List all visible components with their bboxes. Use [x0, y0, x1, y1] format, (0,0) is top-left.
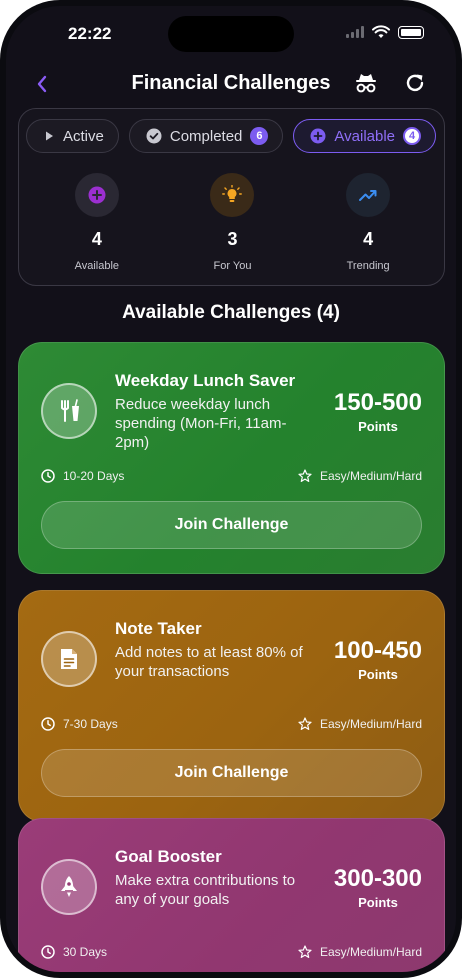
difficulty-text: Easy/Medium/Hard — [319, 945, 422, 959]
stat-for-you-value: 3 — [227, 229, 238, 249]
stat-trending-value: 4 — [363, 229, 374, 249]
plus-circle-icon — [74, 173, 119, 217]
available-count-badge: 4 — [403, 127, 422, 145]
battery-icon — [398, 25, 424, 39]
tab-completed-label: Completed — [169, 127, 243, 145]
wifi-icon — [372, 25, 390, 38]
stat-available: 4 Available — [42, 173, 152, 272]
challenge-difficulty: Easy/Medium/Hard — [298, 717, 422, 731]
challenge-duration: 30 Days — [41, 945, 107, 959]
page-title: Financial Challenges — [131, 72, 331, 94]
points-label: Points — [358, 419, 398, 434]
star-icon — [298, 945, 312, 958]
join-challenge-button[interactable]: Join Challenge — [41, 501, 422, 549]
phone-frame: 22:22 Financial Challenges Active Comple… — [0, 0, 462, 978]
challenge-name: Note Taker — [115, 619, 202, 638]
trending-up-icon — [346, 173, 391, 217]
difficulty-text: Easy/Medium/Hard — [319, 717, 422, 731]
clock-icon — [41, 469, 55, 483]
duration-text: 7-30 Days — [63, 717, 118, 731]
status-time: 22:22 — [68, 24, 112, 43]
points-value: 150-500 — [333, 389, 422, 416]
play-icon — [46, 131, 53, 141]
check-circle-icon — [146, 128, 162, 144]
challenge-points: 150-500 Points — [334, 389, 422, 434]
note-icon — [41, 631, 97, 687]
challenge-name: Goal Booster — [115, 847, 222, 866]
challenge-difficulty: Easy/Medium/Hard — [298, 945, 422, 959]
app-header: Financial Challenges — [6, 62, 456, 106]
plus-circle-icon — [310, 128, 326, 144]
signal-icon — [346, 26, 364, 38]
completed-count-badge: 6 — [250, 127, 269, 145]
duration-text: 10-20 Days — [63, 469, 125, 483]
stats-row: 4 Available 3 For You 4 Trending — [19, 173, 446, 272]
points-value: 100-450 — [333, 637, 422, 664]
challenge-description: Add notes to at least 80% of your transa… — [115, 644, 303, 680]
challenge-summary-panel: Active Completed 6 Available 4 4 Availab… — [18, 108, 445, 286]
challenge-name: Weekday Lunch Saver — [115, 371, 296, 390]
points-label: Points — [358, 667, 398, 682]
duration-text: 30 Days — [63, 945, 108, 959]
filter-tabs: Active Completed 6 Available 4 — [26, 119, 437, 153]
difficulty-text: Easy/Medium/Hard — [319, 469, 422, 483]
rocket-icon — [41, 859, 97, 915]
stat-for-you: 3 For You — [177, 173, 287, 272]
section-title: Available Challenges (4) — [122, 302, 340, 323]
stat-available-value: 4 — [91, 229, 102, 249]
status-indicators — [346, 25, 424, 39]
challenge-card[interactable]: Goal Booster Make extra contributions to… — [18, 818, 445, 972]
star-icon — [298, 469, 312, 482]
stat-for-you-label: For You — [213, 260, 252, 272]
app-screen: 22:22 Financial Challenges Active Comple… — [6, 6, 456, 972]
challenge-difficulty: Easy/Medium/Hard — [298, 469, 422, 483]
dynamic-island — [168, 16, 294, 52]
star-icon — [298, 717, 312, 730]
challenge-card[interactable]: Weekday Lunch Saver Reduce weekday lunch… — [18, 342, 445, 574]
challenge-points: 100-450 Points — [334, 637, 422, 682]
points-value: 300-300 — [333, 865, 422, 892]
tab-completed[interactable]: Completed 6 — [128, 119, 284, 153]
join-challenge-button[interactable]: Join Challenge — [41, 749, 422, 797]
challenge-points: 300-300 Points — [334, 865, 422, 910]
challenge-description: Reduce weekday lunch spending (Mon-Fri, … — [115, 396, 287, 451]
tab-available-label: Available — [334, 127, 396, 145]
clock-icon — [41, 945, 55, 959]
challenge-description: Make extra contributions to any of your … — [115, 872, 296, 908]
restaurant-icon — [41, 383, 97, 439]
points-label: Points — [358, 895, 398, 910]
clock-icon — [41, 717, 55, 731]
stat-available-label: Available — [74, 260, 120, 272]
stat-trending: 4 Trending — [313, 173, 423, 272]
tab-active-label: Active — [63, 127, 104, 145]
stat-trending-label: Trending — [346, 260, 390, 272]
challenge-card[interactable]: Note Taker Add notes to at least 80% of … — [18, 590, 445, 822]
tab-active[interactable]: Active — [26, 119, 119, 153]
lightbulb-icon — [210, 173, 255, 217]
challenge-duration: 10-20 Days — [41, 469, 124, 483]
incognito-icon[interactable] — [354, 72, 378, 94]
tab-available[interactable]: Available 4 — [293, 119, 437, 153]
challenge-duration: 7-30 Days — [41, 717, 118, 731]
refresh-icon[interactable] — [404, 72, 426, 94]
